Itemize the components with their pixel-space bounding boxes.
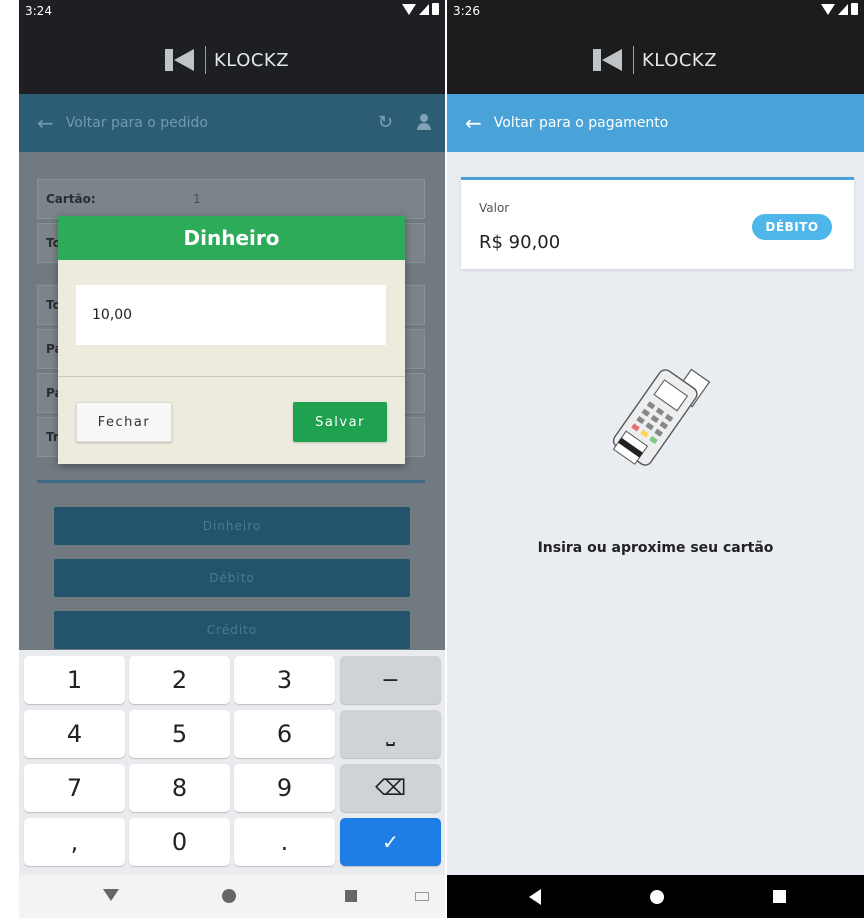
close-button[interactable]: Fechar bbox=[76, 402, 172, 442]
cash-payment-button[interactable]: Dinheiro bbox=[54, 507, 410, 545]
back-arrow-icon[interactable]: ← bbox=[37, 111, 54, 135]
back-to-order-link[interactable]: Voltar para o pedido bbox=[66, 115, 208, 131]
done-check-icon[interactable]: ✓ bbox=[340, 818, 441, 866]
table-row: Cartão: 1 bbox=[37, 179, 425, 219]
key-8[interactable]: 8 bbox=[129, 764, 230, 812]
debit-badge: DÉBITO bbox=[752, 214, 832, 240]
battery-icon bbox=[851, 3, 858, 15]
dialog-title: Dinheiro bbox=[58, 216, 405, 260]
signal-icon bbox=[419, 3, 429, 15]
left-phone-screen: 3:24 KLOCKZ ← Voltar para o pedido ↻ Car… bbox=[19, 0, 445, 918]
key-4[interactable]: 4 bbox=[24, 710, 125, 758]
value-label: Valor bbox=[479, 201, 510, 215]
key-1[interactable]: 1 bbox=[24, 656, 125, 704]
key-2[interactable]: 2 bbox=[129, 656, 230, 704]
nav-back-icon[interactable] bbox=[529, 889, 541, 905]
status-time: 3:24 bbox=[25, 4, 52, 18]
status-bar: 3:26 bbox=[447, 0, 864, 24]
system-nav-bar bbox=[19, 875, 445, 918]
brand-name: KLOCKZ bbox=[214, 49, 290, 71]
key-5[interactable]: 5 bbox=[129, 710, 230, 758]
refresh-icon[interactable]: ↻ bbox=[378, 112, 393, 133]
brand-name: KLOCKZ bbox=[642, 49, 718, 71]
insert-card-instruction: Insira ou aproxime seu cartão bbox=[537, 540, 774, 556]
key-space[interactable]: ⎵ bbox=[340, 710, 441, 758]
save-button[interactable]: Salvar bbox=[293, 402, 387, 442]
status-time: 3:26 bbox=[453, 4, 480, 18]
klockz-k-icon bbox=[165, 49, 197, 71]
wifi-icon bbox=[821, 3, 835, 15]
payment-value-card: Valor R$ 90,00 DÉBITO bbox=[461, 177, 854, 269]
nav-home-icon[interactable] bbox=[222, 889, 236, 903]
app-bar: ← Voltar para o pedido ↻ bbox=[19, 94, 445, 152]
key-9[interactable]: 9 bbox=[234, 764, 335, 812]
status-bar: 3:24 bbox=[19, 0, 445, 24]
back-arrow-icon[interactable]: ← bbox=[465, 111, 482, 135]
key-3[interactable]: 3 bbox=[234, 656, 335, 704]
nav-recents-icon[interactable] bbox=[345, 890, 357, 902]
cash-dialog: Dinheiro Fechar Salvar bbox=[58, 216, 405, 464]
key-minus[interactable]: − bbox=[340, 656, 441, 704]
key-0[interactable]: 0 bbox=[129, 818, 230, 866]
divider bbox=[37, 480, 425, 483]
signal-icon bbox=[838, 3, 848, 15]
backspace-icon[interactable]: ⌫ bbox=[340, 764, 441, 812]
user-icon[interactable] bbox=[417, 114, 431, 130]
klockz-logo: KLOCKZ bbox=[165, 46, 289, 74]
credit-payment-button[interactable]: Crédito bbox=[54, 611, 410, 649]
key-comma[interactable]: , bbox=[24, 818, 125, 866]
right-phone-screen: 3:26 KLOCKZ ← Voltar para o pagamento Va… bbox=[447, 0, 864, 918]
key-7[interactable]: 7 bbox=[24, 764, 125, 812]
klockz-k-icon bbox=[593, 49, 625, 71]
amount-input[interactable] bbox=[76, 285, 386, 345]
app-bar: ← Voltar para o pagamento bbox=[447, 94, 864, 152]
keyboard-switch-icon[interactable] bbox=[415, 892, 429, 901]
nav-recents-icon[interactable] bbox=[773, 890, 786, 903]
nav-back-icon[interactable] bbox=[103, 889, 119, 901]
system-nav-bar bbox=[447, 875, 864, 918]
numeric-keyboard: 1 2 3 − 4 5 6 ⎵ 7 8 9 ⌫ , 0 . ✓ bbox=[19, 650, 445, 875]
klockz-logo: KLOCKZ bbox=[593, 46, 717, 74]
wifi-icon bbox=[402, 3, 416, 15]
key-period[interactable]: . bbox=[234, 818, 335, 866]
status-icons bbox=[402, 3, 439, 15]
back-to-payment-link[interactable]: Voltar para o pagamento bbox=[494, 115, 669, 131]
card-terminal-icon bbox=[612, 368, 711, 466]
debit-payment-button[interactable]: Débito bbox=[54, 559, 410, 597]
key-6[interactable]: 6 bbox=[234, 710, 335, 758]
divider bbox=[58, 376, 405, 377]
battery-icon bbox=[432, 3, 439, 15]
status-icons bbox=[821, 3, 858, 15]
brand-bar: KLOCKZ bbox=[447, 24, 864, 94]
nav-home-icon[interactable] bbox=[650, 890, 664, 904]
brand-bar: KLOCKZ bbox=[19, 24, 445, 94]
value-amount: R$ 90,00 bbox=[479, 232, 561, 253]
